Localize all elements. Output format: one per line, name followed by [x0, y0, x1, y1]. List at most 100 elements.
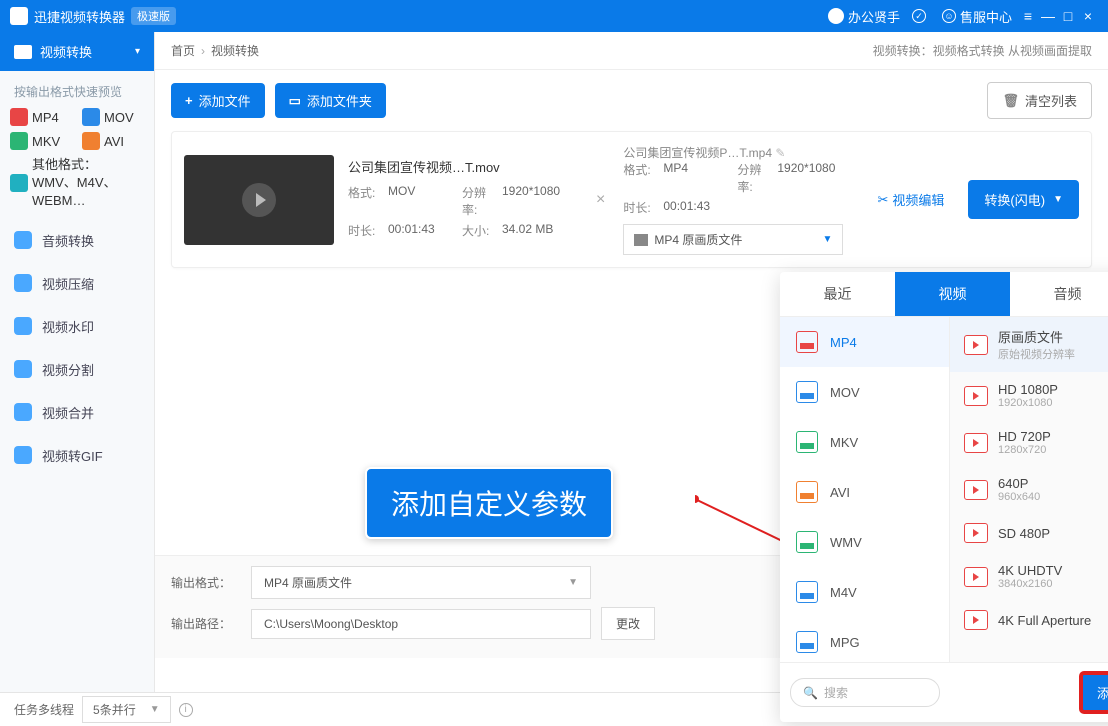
more-formats-icon: [10, 174, 28, 192]
resolution-720p[interactable]: HD 720P1280x720✎: [950, 419, 1108, 466]
file-card: 公司集团宣传视频…T.mov 格式:MOV分辨率:1920*1080 时长:00…: [171, 131, 1092, 268]
format-option-mp4[interactable]: MP4: [780, 317, 949, 367]
resolution-1080p[interactable]: HD 1080P1920x1080✎: [950, 372, 1108, 419]
source-filename: 公司集团宣传视频…T.mov: [348, 157, 578, 176]
chevron-down-icon: ▼: [150, 704, 160, 715]
office-helper-button[interactable]: 办公贤手: [828, 7, 900, 26]
app-logo-icon: [10, 7, 28, 25]
output-format-label: 输出格式：: [171, 574, 241, 591]
target-filename: 公司集团宣传视频P…T.mp4: [623, 146, 772, 160]
video-split-icon: [14, 360, 32, 378]
annotation-text: 添加自定义参数: [365, 467, 613, 539]
avatar-icon: [828, 8, 844, 24]
breadcrumb-current: 视频转换: [211, 42, 259, 59]
maximize-button[interactable]: □: [1058, 8, 1078, 24]
output-format-field[interactable]: MP4 原画质文件▼: [251, 566, 591, 599]
format-file-icon: [634, 234, 648, 246]
video-gif-icon: [14, 446, 32, 464]
sidebar-item-video-to-gif[interactable]: 视频转GIF: [0, 434, 154, 477]
video-compress-icon: [14, 274, 32, 292]
output-format-select[interactable]: MP4 原画质文件▼: [623, 224, 843, 255]
wmv-icon: [796, 531, 818, 553]
mp4-icon: [10, 108, 28, 126]
format-mp4[interactable]: MP4: [10, 108, 72, 126]
format-option-wmv[interactable]: WMV: [780, 517, 949, 567]
change-path-button[interactable]: 更改: [601, 607, 655, 640]
scissors-icon: ✂: [878, 192, 889, 208]
sidebar-section-title: 按输出格式快速预览: [0, 71, 154, 108]
clear-list-button[interactable]: 🗑清空列表: [987, 82, 1092, 119]
mkv-icon: [10, 132, 28, 150]
format-search-input[interactable]: 🔍搜索: [790, 678, 940, 707]
mov-icon: [82, 108, 100, 126]
target-info: 公司集团宣传视频P…T.mp4 ✎ 格式:MP4分辨率:1920*1080 时长…: [623, 144, 853, 255]
add-file-button[interactable]: +添加文件: [171, 83, 265, 118]
format-more[interactable]: 其他格式：WMV、M4V、WEBM…: [10, 156, 140, 211]
format-option-avi[interactable]: AVI: [780, 467, 949, 517]
format-option-mpg[interactable]: MPG: [780, 617, 949, 662]
audio-convert-icon: [14, 231, 32, 249]
sidebar-item-video-watermark[interactable]: 视频水印: [0, 305, 154, 348]
sidebar-active-video-convert[interactable]: 视频转换 ▾: [0, 32, 154, 71]
resolution-480p[interactable]: SD 480P✎: [950, 513, 1108, 553]
tab-audio[interactable]: 音频: [1010, 272, 1108, 316]
video-file-icon: [964, 567, 988, 587]
folder-icon: ▭: [289, 93, 301, 109]
tab-video[interactable]: 视频: [895, 272, 1010, 316]
video-edit-link[interactable]: ✂视频编辑: [878, 190, 945, 209]
breadcrumb-hint: 视频转换：视频格式转换 从视频画面提取: [873, 42, 1092, 59]
add-folder-button[interactable]: ▭添加文件夹: [275, 83, 386, 118]
titlebar: 迅捷视频转换器 极速版 办公贤手 ✓ ☺售服中心 ≡ — □ ×: [0, 0, 1108, 32]
format-option-mov[interactable]: MOV: [780, 367, 949, 417]
format-mkv[interactable]: MKV: [10, 132, 72, 150]
output-path-field[interactable]: C:\Users\Moong\Desktop: [251, 609, 591, 639]
multithread-select[interactable]: 5条并行▼: [82, 696, 171, 723]
resolution-4k-full-aperture[interactable]: 4K Full Aperture✎: [950, 600, 1108, 640]
mpg-icon: [796, 631, 818, 653]
remove-file-button[interactable]: ×: [596, 191, 605, 209]
service-center-button[interactable]: ☺售服中心: [942, 7, 1012, 26]
edition-badge: 极速版: [131, 7, 176, 25]
app-title: 迅捷视频转换器: [34, 7, 125, 26]
menu-button[interactable]: ≡: [1018, 8, 1038, 24]
mkv-icon: [796, 431, 818, 453]
close-button[interactable]: ×: [1078, 8, 1098, 24]
format-option-mkv[interactable]: MKV: [780, 417, 949, 467]
search-icon: 🔍: [803, 686, 818, 700]
sidebar-item-video-split[interactable]: 视频分割: [0, 348, 154, 391]
format-list: MP4 MOV MKV AVI WMV M4V MPG: [780, 317, 950, 662]
plus-icon: +: [185, 93, 193, 108]
breadcrumb-home[interactable]: 首页: [171, 42, 195, 59]
video-thumbnail[interactable]: [184, 155, 334, 245]
video-file-icon: [964, 523, 988, 543]
format-dropdown-panel: 最近 视频 音频 设备 MP4 MOV MKV AVI WMV M4V MPG: [780, 272, 1108, 722]
add-custom-param-button[interactable]: 添加自定义参数模板: [1081, 673, 1108, 712]
mp4-icon: [796, 331, 818, 353]
breadcrumb: 首页 › 视频转换 视频转换：视频格式转换 从视频画面提取: [155, 32, 1108, 70]
output-path-label: 输出路径：: [171, 615, 241, 632]
sidebar-item-audio-convert[interactable]: 音频转换: [0, 219, 154, 262]
multithread-label: 任务多线程: [14, 701, 74, 718]
resolution-4k-uhdtv[interactable]: 4K UHDTV3840x2160✎: [950, 553, 1108, 600]
format-mov[interactable]: MOV: [82, 108, 144, 126]
minimize-button[interactable]: —: [1038, 8, 1058, 24]
avi-icon: [796, 481, 818, 503]
resolution-640p[interactable]: 640P960x640✎: [950, 466, 1108, 513]
sidebar-item-video-merge[interactable]: 视频合并: [0, 391, 154, 434]
toolbar: +添加文件 ▭添加文件夹 🗑清空列表: [155, 70, 1108, 131]
convert-button[interactable]: 转换(闪电)▼: [968, 180, 1079, 219]
format-avi[interactable]: AVI: [82, 132, 144, 150]
sidebar-item-video-compress[interactable]: 视频压缩: [0, 262, 154, 305]
video-convert-icon: [14, 45, 32, 59]
info-icon[interactable]: i: [179, 703, 193, 717]
video-file-icon: [964, 433, 988, 453]
vip-button[interactable]: ✓: [912, 9, 930, 23]
format-option-m4v[interactable]: M4V: [780, 567, 949, 617]
tab-recent[interactable]: 最近: [780, 272, 895, 316]
resolution-original[interactable]: 原画质文件原始视频分辨率闪电模式✎: [950, 317, 1108, 372]
mov-icon: [796, 381, 818, 403]
m4v-icon: [796, 581, 818, 603]
video-watermark-icon: [14, 317, 32, 335]
avi-icon: [82, 132, 100, 150]
rename-icon[interactable]: ✎: [775, 146, 785, 160]
